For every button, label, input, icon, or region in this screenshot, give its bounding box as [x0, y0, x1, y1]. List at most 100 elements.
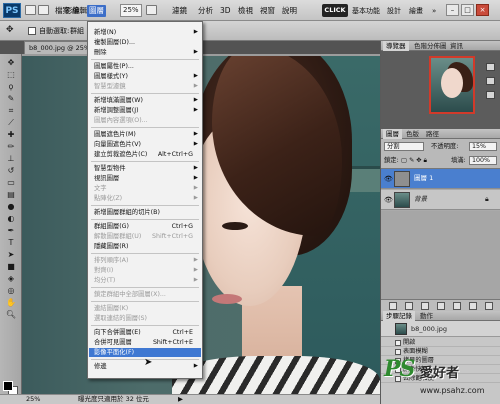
panel-icon-1[interactable]	[486, 63, 495, 71]
status-info: 曝光度只適用於 32 位元	[78, 395, 149, 403]
menu-item-label: 圖層屬性(P)...	[94, 63, 134, 70]
menu-image[interactable]: 影像	[63, 5, 82, 17]
add-style-icon[interactable]	[405, 302, 413, 310]
gradient-tool-icon[interactable]: ▤	[5, 190, 17, 199]
zoom-tool-icon[interactable]: 🔍︎	[5, 310, 17, 319]
layer-menu-item[interactable]: 新增填滿圖層(W) ▶	[89, 96, 201, 105]
adjustment-layer-icon[interactable]	[437, 302, 445, 310]
menu-item-label: 隱藏圖層(R)	[94, 243, 129, 250]
blur-tool-icon[interactable]: ●	[5, 202, 17, 211]
layer-menu-item[interactable]: 複製圖層(D)...	[89, 38, 201, 47]
tab-layers[interactable]: 圖層	[383, 129, 402, 139]
tab-history[interactable]: 步驟記錄	[383, 311, 415, 321]
delete-layer-icon[interactable]	[485, 302, 493, 310]
history-step[interactable]: 開啟	[381, 339, 500, 347]
layer-menu-item[interactable]: 建立剪裁遮色片(C) Alt+Ctrl+G	[89, 150, 201, 159]
panel-icon-2[interactable]	[486, 77, 495, 85]
layer-menu-item[interactable]: 新增(N) ▶	[89, 28, 201, 37]
layer-menu-item[interactable]: 隱藏圖層(R)	[89, 242, 201, 251]
new-layer-icon[interactable]	[469, 302, 477, 310]
link-layers-icon[interactable]	[389, 302, 397, 310]
workspace-painting[interactable]: 繪畫	[409, 5, 423, 17]
status-zoom[interactable]: 25%	[26, 395, 40, 404]
history-snapshot[interactable]: b8_000.jpg	[381, 321, 500, 337]
brush-tool-icon[interactable]: ✏	[5, 142, 17, 151]
shape-tool-icon[interactable]: ■	[5, 262, 17, 271]
visibility-eye-icon[interactable]: 👁︎	[384, 175, 393, 183]
menu-separator	[91, 287, 199, 288]
add-mask-icon[interactable]	[421, 302, 429, 310]
layer-menu-item[interactable]: 圖層遮色片(M) ▶	[89, 130, 201, 139]
history-step[interactable]: 表面模糊	[381, 348, 500, 356]
layer-menu-item[interactable]: 影像平面化(F)	[89, 348, 201, 357]
eyedropper-tool-icon[interactable]: ⟋	[5, 118, 17, 127]
foreground-color-swatch[interactable]	[3, 381, 13, 391]
panel-icon-3[interactable]	[486, 91, 495, 99]
layer-menu-item[interactable]: 智慧型物件 ▶	[89, 164, 201, 173]
zoom-select[interactable]: 25%	[120, 4, 142, 17]
auto-select-checkbox[interactable]	[28, 27, 36, 35]
path-select-tool-icon[interactable]: ➤	[5, 250, 17, 259]
layer-row-layer1[interactable]: 👁︎ 圖層 1	[381, 169, 500, 189]
layer-menu-item[interactable]: 圖層屬性(P)...	[89, 62, 201, 71]
bridge-icon[interactable]	[25, 5, 36, 15]
tab-paths[interactable]: 路徑	[423, 129, 442, 139]
minibridge-icon[interactable]	[38, 5, 49, 15]
arrange-docs-icon[interactable]	[146, 5, 157, 15]
workspace-essentials[interactable]: 基本功能	[352, 5, 380, 17]
visibility-eye-icon[interactable]: 👁︎	[384, 196, 393, 204]
move-tool-icon[interactable]: ✥	[5, 58, 17, 67]
menu-separator	[91, 325, 199, 326]
quick-select-tool-icon[interactable]: ✎	[5, 94, 17, 103]
pen-tool-icon[interactable]: ✒	[5, 226, 17, 235]
3d-rotate-tool-icon[interactable]: ◈	[5, 274, 17, 283]
workspace-design[interactable]: 設計	[387, 5, 401, 17]
lock-icons[interactable]: ▢ ✎ ✥ 🔒︎	[401, 156, 427, 165]
dodge-tool-icon[interactable]: ◐	[5, 214, 17, 223]
tab-info[interactable]: 資訊	[447, 41, 466, 51]
new-group-icon[interactable]	[453, 302, 461, 310]
layer-row-background[interactable]: 👁︎ 背景 🔒︎	[381, 190, 500, 210]
type-tool-icon[interactable]: T	[5, 238, 17, 247]
close-button[interactable]: ×	[476, 4, 489, 16]
auto-select-dropdown[interactable]: 群組	[70, 26, 84, 36]
crop-tool-icon[interactable]: ⌗	[5, 106, 17, 115]
tab-histogram[interactable]: 色階分佈圖	[411, 41, 450, 51]
layer-menu-item[interactable]: 新增調整圖層(J) ▶	[89, 106, 201, 115]
menu-separator	[91, 161, 199, 162]
layer-menu-item[interactable]: 圖層樣式(Y) ▶	[89, 72, 201, 81]
tab-actions[interactable]: 動作	[417, 311, 436, 321]
menu-item-label: 點陣化(Z)	[94, 195, 123, 202]
layer-name[interactable]: 背景	[414, 195, 427, 204]
maximize-button[interactable]: □	[461, 4, 474, 16]
eraser-tool-icon[interactable]: ▭	[5, 178, 17, 187]
layer-menu-item: 排列順序(A) ▶	[89, 256, 201, 265]
menu-layer[interactable]: 圖層	[87, 5, 106, 17]
lasso-tool-icon[interactable]: ϙ	[5, 82, 17, 91]
history-brush-tool-icon[interactable]: ↺	[5, 166, 17, 175]
healing-tool-icon[interactable]: ✚	[5, 130, 17, 139]
layer-menu-item[interactable]: 合併可見圖層 Shift+Ctrl+E	[89, 338, 201, 347]
status-arrow-icon[interactable]: ▶	[178, 395, 183, 404]
layer-name[interactable]: 圖層 1	[414, 174, 433, 183]
navigator-thumbnail[interactable]	[429, 56, 475, 114]
layer-menu-item[interactable]: 群組圖層(G) Ctrl+G	[89, 222, 201, 231]
3d-orbit-tool-icon[interactable]: ◎	[5, 286, 17, 295]
layer-menu-item[interactable]: 刪除 ▶	[89, 48, 201, 57]
layer-menu-item[interactable]: 視訊圖層 ▶	[89, 174, 201, 183]
marquee-tool-icon[interactable]: ⬚	[5, 70, 17, 79]
hand-tool-icon[interactable]: ✋	[5, 298, 17, 307]
layer-menu-item[interactable]: 向下合併圖層(E) Ctrl+E	[89, 328, 201, 337]
tab-navigator[interactable]: 導覽器	[383, 41, 409, 51]
minimize-button[interactable]: –	[446, 4, 459, 16]
blend-mode-select[interactable]: 分割	[384, 142, 424, 151]
clone-stamp-tool-icon[interactable]: ⊥	[5, 154, 17, 163]
move-tool-icon[interactable]: ✥	[6, 25, 14, 35]
opacity-input[interactable]: 15%	[469, 142, 497, 151]
layer-menu-item[interactable]: 向量圖遮色片(V) ▶	[89, 140, 201, 149]
click-button[interactable]: CLICK	[322, 4, 348, 17]
layer-menu-item[interactable]: 新增圖層群組的切片(B)	[89, 208, 201, 217]
workspace-more-icon[interactable]: »	[432, 5, 436, 17]
tab-channels[interactable]: 色版	[403, 129, 422, 139]
fill-input[interactable]: 100%	[469, 156, 497, 165]
